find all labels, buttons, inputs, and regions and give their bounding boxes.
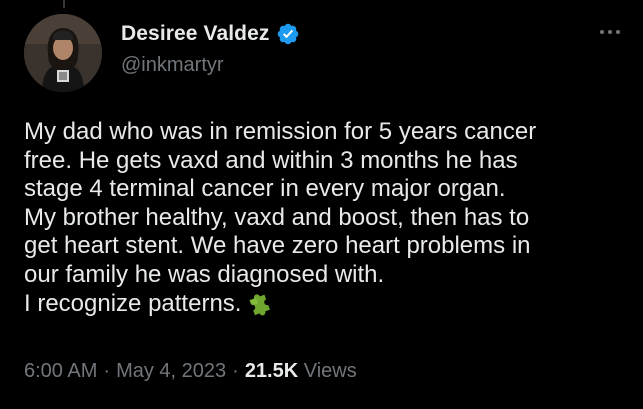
tweet-text-line: I recognize patterns. [24,290,242,317]
tweet-meta: 6:00 AM · May 4, 2023 · 21.5K Views [24,360,357,383]
tweet-header: Desiree Valdez @inkmartyr [24,14,625,92]
tweet-text-line: My brother healthy, vaxd and boost, then… [24,203,530,231]
tweet-text-line: stage 4 terminal cancer in every major o… [24,175,506,202]
author-handle[interactable]: @inkmartyr [121,54,300,77]
name-row: Desiree Valdez [121,20,300,48]
thread-connector-line [63,0,65,8]
views-label: Views [303,360,357,382]
author-info: Desiree Valdez @inkmartyr [121,20,300,77]
tweet-text-line: free. He gets vaxd and within 3 months h… [24,146,518,174]
tweet-date[interactable]: May 4, 2023 [116,360,226,382]
avatar[interactable] [24,14,102,92]
tweet-text-line: our family he was diagnosed with. [24,260,385,288]
meta-separator: · [232,360,239,382]
verified-badge-icon[interactable] [276,22,300,46]
meta-separator: · [103,360,111,382]
tweet-text-line: get heart stent. We have zero heart prob… [24,232,531,259]
author-display-name[interactable]: Desiree Valdez [121,22,270,46]
tweet-text: My dad who was in remission for 5 years … [24,118,624,319]
avatar-image [24,14,102,92]
puzzle-piece-icon [245,289,273,317]
tweet-time[interactable]: 6:00 AM [24,360,97,382]
tweet-text-line: My dad who was in remission for 5 years … [24,118,537,145]
more-options-icon[interactable] [595,22,625,42]
views-count[interactable]: 21.5K [245,360,298,382]
